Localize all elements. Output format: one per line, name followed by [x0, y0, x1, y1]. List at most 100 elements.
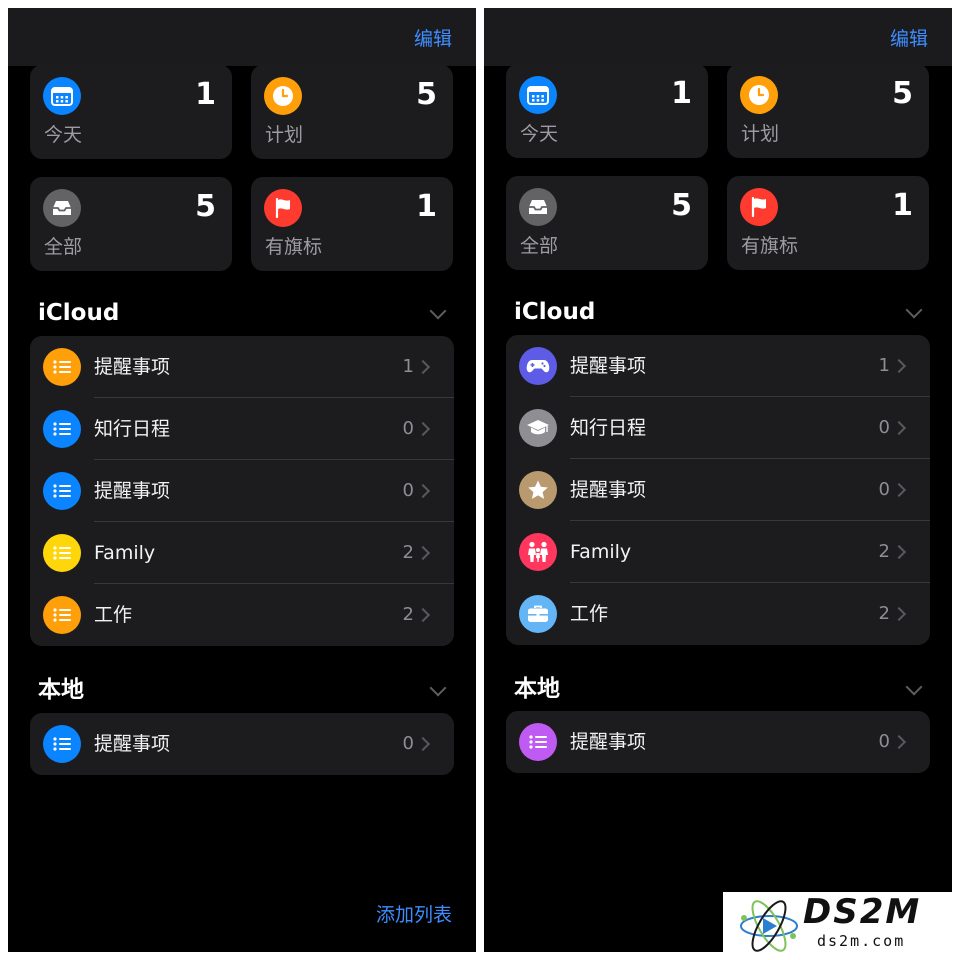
chevron-right-icon: [415, 607, 431, 623]
smart-list-flagged[interactable]: 1 有旗标: [727, 176, 929, 270]
edit-button[interactable]: 编辑: [890, 27, 928, 51]
list-item-count: 0: [878, 479, 890, 500]
smart-list-all[interactable]: 5 全部: [30, 177, 232, 271]
section-title-local: 本地: [514, 676, 560, 702]
list-item-count: 1: [878, 355, 890, 376]
add-list-button[interactable]: 添加列表: [376, 903, 452, 927]
flagged-count: 1: [416, 189, 437, 224]
list-item[interactable]: 知行日程 0: [506, 397, 930, 459]
smart-list-all[interactable]: 5 全部: [506, 176, 708, 270]
flagged-label: 有旗标: [265, 236, 323, 258]
chevron-right-icon: [415, 736, 431, 752]
all-label: 全部: [520, 235, 559, 257]
family-icon: [519, 533, 557, 571]
list-bullet-icon: [43, 348, 81, 386]
scheduled-label: 计划: [265, 124, 304, 146]
list-item-count: 2: [402, 542, 414, 563]
smart-list-scheduled[interactable]: 5 计划: [251, 65, 453, 159]
list-item-label: 知行日程: [570, 417, 647, 439]
edit-button[interactable]: 编辑: [414, 27, 452, 51]
chevron-right-icon: [891, 544, 907, 560]
section-title-icloud: iCloud: [514, 299, 596, 325]
section-title-icloud: iCloud: [38, 300, 120, 326]
list-item[interactable]: 提醒事项 1: [30, 336, 454, 398]
today-label: 今天: [44, 124, 83, 146]
icloud-list: 提醒事项 1 知行日程 0 提醒事项 0 Family 2 工作 2: [30, 336, 454, 646]
atom-logo-icon: [740, 900, 798, 952]
chevron-right-icon: [891, 606, 907, 622]
list-item-label: Family: [570, 541, 632, 563]
list-item-label: 提醒事项: [94, 733, 171, 755]
chevron-right-icon: [415, 359, 431, 375]
tray-icon: [43, 189, 81, 227]
list-item-label: 提醒事项: [94, 356, 171, 378]
list-item[interactable]: Family 2: [506, 521, 930, 583]
list-item-label: 提醒事项: [570, 355, 647, 377]
list-item-count: 2: [402, 604, 414, 625]
calendar-icon: [43, 77, 81, 115]
flag-icon: [264, 189, 302, 227]
list-item-count: 0: [402, 418, 414, 439]
watermark-brand: DS2M: [803, 892, 922, 932]
list-item[interactable]: 知行日程 0: [30, 398, 454, 460]
chevron-right-icon: [415, 421, 431, 437]
local-list: 提醒事项 0: [30, 713, 454, 775]
clock-icon: [264, 77, 302, 115]
watermark: DS2M ds2m.com: [723, 892, 960, 960]
chevron-down-icon[interactable]: [429, 679, 447, 697]
scheduled-count: 5: [892, 76, 913, 111]
list-item[interactable]: 提醒事项 0: [506, 459, 930, 521]
chevron-right-icon: [891, 420, 907, 436]
list-item-count: 0: [402, 480, 414, 501]
chevron-right-icon: [415, 545, 431, 561]
list-item-label: 知行日程: [94, 418, 171, 440]
list-item-count: 0: [878, 731, 890, 752]
list-item-count: 2: [878, 603, 890, 624]
list-bullet-icon: [43, 534, 81, 572]
list-item[interactable]: 提醒事项 0: [506, 711, 930, 773]
watermark-url: ds2m.com: [817, 932, 906, 950]
smart-list-flagged[interactable]: 1 有旗标: [251, 177, 453, 271]
list-item-count: 1: [402, 356, 414, 377]
list-item-count: 0: [878, 417, 890, 438]
local-list: 提醒事项 0: [506, 711, 930, 773]
chevron-down-icon[interactable]: [429, 302, 447, 320]
list-item-count: 2: [878, 541, 890, 562]
list-item-count: 0: [402, 733, 414, 754]
list-item[interactable]: 工作 2: [506, 583, 930, 645]
tray-icon: [519, 188, 557, 226]
list-item-label: 工作: [94, 604, 133, 626]
list-item-label: 提醒事项: [570, 731, 647, 753]
chevron-down-icon[interactable]: [905, 301, 923, 319]
all-count: 5: [671, 188, 692, 223]
list-item[interactable]: 提醒事项 0: [30, 460, 454, 522]
list-item[interactable]: 提醒事项 1: [506, 335, 930, 397]
gamecontroller-icon: [519, 347, 557, 385]
scheduled-label: 计划: [741, 123, 780, 145]
icloud-list: 提醒事项 1 知行日程 0 提醒事项 0 Family 2 工作 2: [506, 335, 930, 645]
chevron-down-icon[interactable]: [905, 678, 923, 696]
list-item[interactable]: 提醒事项 0: [30, 713, 454, 775]
list-item-label: 工作: [570, 603, 609, 625]
chevron-right-icon: [891, 358, 907, 374]
all-label: 全部: [44, 236, 83, 258]
list-item[interactable]: Family 2: [30, 522, 454, 584]
calendar-icon: [519, 76, 557, 114]
today-label: 今天: [520, 123, 559, 145]
all-count: 5: [195, 189, 216, 224]
chevron-right-icon: [891, 734, 907, 750]
nav-bar: 编辑: [8, 8, 476, 66]
smart-list-today[interactable]: 1 今天: [30, 65, 232, 159]
graduationcap-icon: [519, 409, 557, 447]
scheduled-count: 5: [416, 77, 437, 112]
list-item-label: 提醒事项: [94, 480, 171, 502]
smart-list-scheduled[interactable]: 5 计划: [727, 64, 929, 158]
list-bullet-icon: [43, 472, 81, 510]
list-item[interactable]: 工作 2: [30, 584, 454, 646]
briefcase-icon: [519, 595, 557, 633]
list-item-label: Family: [94, 542, 156, 564]
list-bullet-icon: [43, 596, 81, 634]
smart-list-today[interactable]: 1 今天: [506, 64, 708, 158]
flagged-count: 1: [892, 188, 913, 223]
list-bullet-icon: [43, 725, 81, 763]
